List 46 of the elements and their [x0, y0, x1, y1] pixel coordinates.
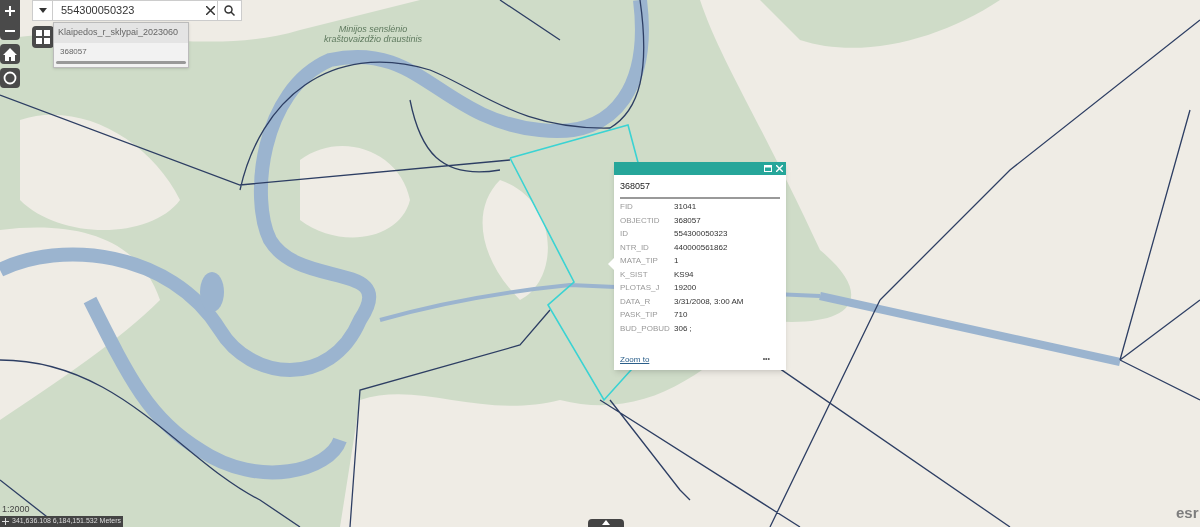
- search-field[interactable]: 554300050323: [61, 2, 189, 19]
- field-value: 554300050323: [674, 228, 728, 241]
- scale-text: 1:2000: [2, 503, 30, 516]
- field-name: BUD_POBUD: [620, 322, 671, 335]
- field-name: K_SIST: [620, 268, 649, 281]
- field-value: 440000561862: [674, 241, 728, 254]
- field-value: 1: [674, 255, 679, 268]
- field-value: 368057: [674, 214, 701, 227]
- suggestion-item[interactable]: 368057: [54, 43, 188, 61]
- field-name: MATA_TIP: [620, 255, 659, 268]
- field-value: 710: [674, 309, 688, 322]
- zoom-to-link[interactable]: Zoom to: [620, 353, 650, 366]
- locate-button[interactable]: [0, 68, 20, 88]
- crosshair-icon: [2, 518, 9, 525]
- circle-icon: [3, 71, 17, 85]
- grid-icon: [36, 30, 50, 44]
- field-name: NTR_ID: [620, 241, 650, 254]
- popup-title: 368057: [620, 180, 780, 199]
- field-name: PASK_TIP: [620, 309, 659, 322]
- home-button[interactable]: [0, 44, 20, 64]
- caret-icon: [602, 520, 610, 525]
- maximize-icon: [764, 165, 772, 172]
- field-name: DATA_R: [620, 295, 652, 308]
- pond: [200, 272, 224, 312]
- suggestion-group-header: Klaipedos_r_sklypai_2023060: [54, 23, 188, 43]
- search-bar[interactable]: 554300050323: [32, 0, 242, 21]
- field-value: KS94: [674, 268, 694, 281]
- minus-icon: [5, 30, 15, 32]
- home-icon: [3, 47, 17, 61]
- close-icon: [205, 6, 215, 15]
- field-name: OBJECTID: [620, 214, 661, 227]
- map-label: Minijos senslėnio kraštovaizdžio draustinis: [322, 24, 423, 44]
- field-value: 306 ;: [674, 322, 692, 335]
- search-icon: [224, 5, 235, 16]
- basemap-gallery-button[interactable]: [32, 26, 54, 48]
- field-name: ID: [620, 228, 629, 241]
- field-name: FID: [620, 201, 634, 214]
- field-value: 3/31/2008, 3:00 AM: [674, 295, 744, 308]
- plus-icon: [5, 6, 15, 16]
- field-name: PLOTAS_J: [620, 282, 661, 295]
- attribution-logo: esr: [1176, 505, 1199, 520]
- field-value: 31041: [674, 201, 697, 214]
- expand-tab-button[interactable]: [588, 519, 624, 527]
- close-icon: [776, 165, 783, 172]
- field-value: 19200: [674, 282, 697, 295]
- caret-icon: [38, 8, 47, 13]
